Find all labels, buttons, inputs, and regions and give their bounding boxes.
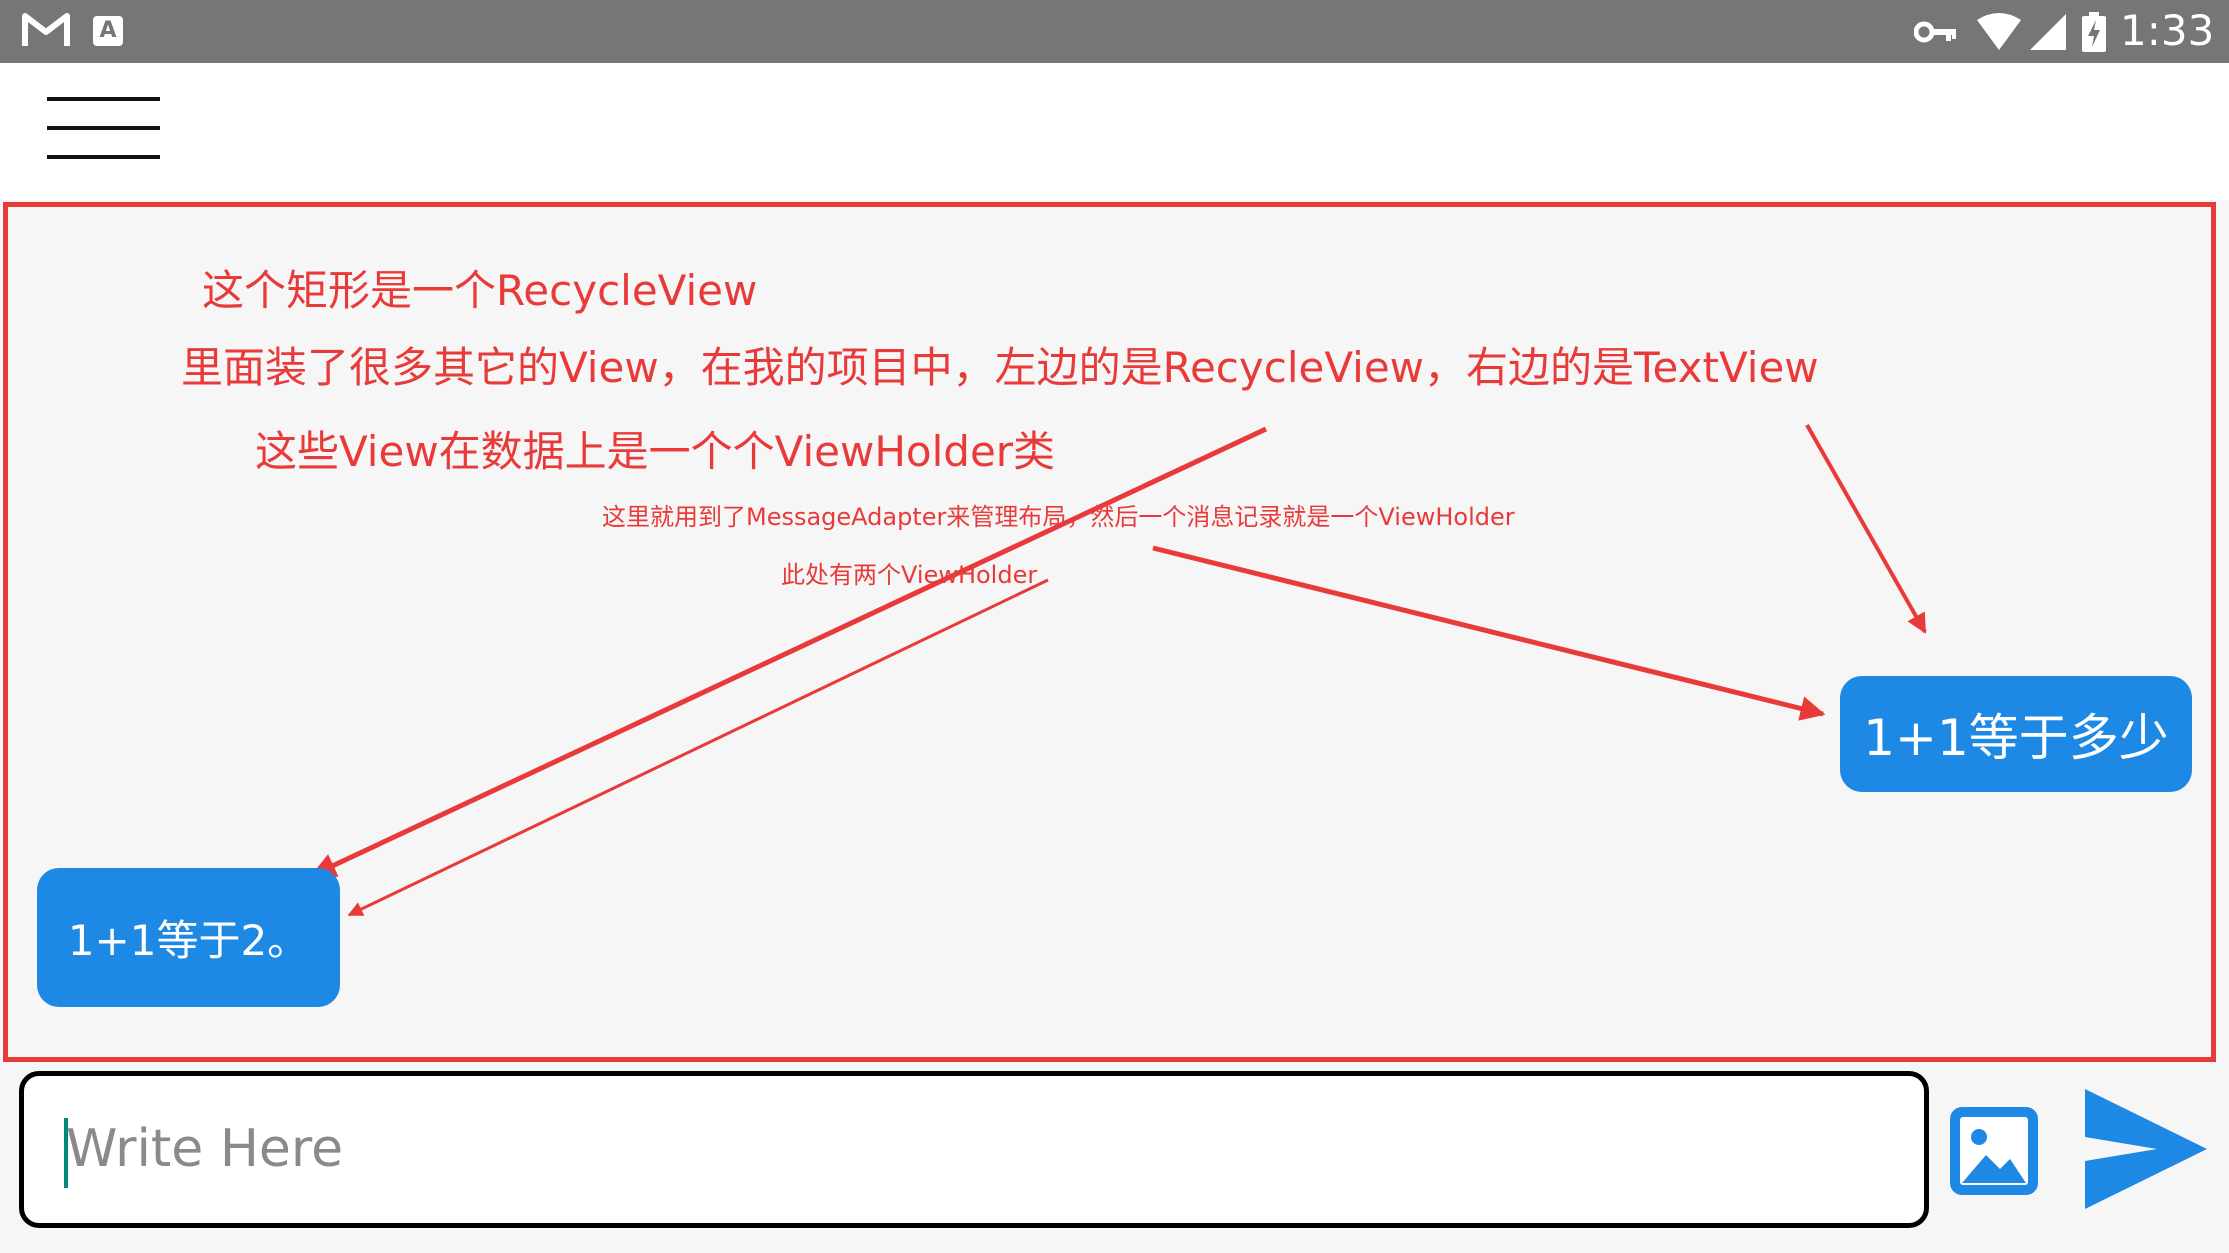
message-bubble-right: 1+1等于多少 [1840,676,2192,792]
message-text-left: 1+1等于2。 [67,916,310,965]
annotation-line2: 里面装了很多其它的View，在我的项目中，左边的是RecycleView，右边的… [181,343,1819,392]
status-time: 1:33 [2120,6,2215,55]
cell-signal-icon [2030,14,2066,50]
menu-bar-bottom [47,155,160,159]
annotation-line3: 这些View在数据上是一个个ViewHolder类 [255,427,1056,476]
annotation-note1: 这里就用到了MessageAdapter来管理布局，然后一个消息记录就是一个Vi… [602,503,1515,531]
message-input[interactable] [66,1094,1886,1204]
key-icon [1914,21,1956,43]
send-icon[interactable] [2079,1087,2209,1211]
wifi-icon [1977,13,2021,50]
status-bar: A 1:33 [0,0,2229,63]
message-input-box[interactable] [19,1071,1929,1228]
message-text-right: 1+1等于多少 [1863,709,2169,767]
text-a-icon: A [93,16,123,46]
gmail-icon [22,13,70,46]
annotation-title: 这个矩形是一个RecycleView [202,266,758,315]
annotation-note2: 此处有两个ViewHolder [781,561,1038,589]
menu-bar-middle [47,126,160,130]
battery-charging-icon [2082,12,2106,52]
menu-bar-top [47,97,160,101]
image-icon[interactable] [1946,1103,2042,1199]
app-toolbar [0,63,2229,200]
hamburger-menu-icon[interactable] [40,88,166,170]
message-bubble-left: 1+1等于2。 [37,868,340,1007]
